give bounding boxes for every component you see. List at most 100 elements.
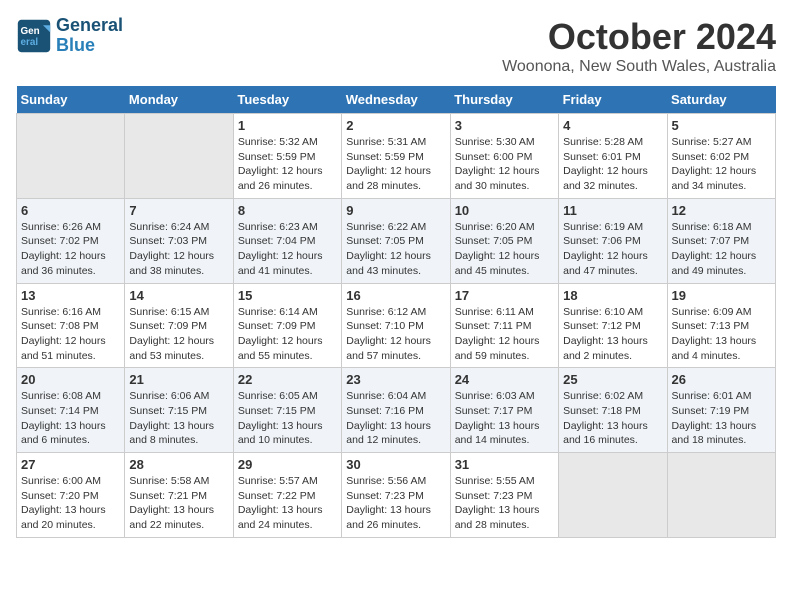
day-number: 22 — [238, 372, 337, 387]
day-number: 7 — [129, 203, 228, 218]
cell-info: Sunrise: 5:57 AMSunset: 7:22 PMDaylight:… — [238, 474, 337, 533]
cell-info: Sunrise: 6:16 AMSunset: 7:08 PMDaylight:… — [21, 305, 120, 364]
cell-info: Sunrise: 6:00 AMSunset: 7:20 PMDaylight:… — [21, 474, 120, 533]
day-number: 25 — [563, 372, 662, 387]
cell-info: Sunrise: 6:01 AMSunset: 7:19 PMDaylight:… — [672, 389, 771, 448]
day-number: 14 — [129, 288, 228, 303]
cell-info: Sunrise: 6:18 AMSunset: 7:07 PMDaylight:… — [672, 220, 771, 279]
calendar-cell: 25Sunrise: 6:02 AMSunset: 7:18 PMDayligh… — [559, 368, 667, 453]
calendar-cell: 19 Sunrise: 6:09 AMSunset: 7:13 PMDayligh… — [667, 283, 775, 368]
svg-text:eral: eral — [21, 37, 39, 48]
cell-info: Sunrise: 6:09 AMSunset: 7:13 PMDaylight:… — [672, 305, 771, 364]
cell-info: Sunrise: 6:12 AMSunset: 7:10 PMDaylight:… — [346, 305, 445, 364]
week-row-4: 20Sunrise: 6:08 AMSunset: 7:14 PMDayligh… — [17, 368, 776, 453]
calendar-cell: 14 Sunrise: 6:15 AMSunset: 7:09 PMDayligh… — [125, 283, 233, 368]
calendar-cell: 9Sunrise: 6:22 AMSunset: 7:05 PMDaylight… — [342, 198, 450, 283]
cell-info: Sunrise: 6:20 AMSunset: 7:05 PMDaylight:… — [455, 220, 554, 279]
weekday-wednesday: Wednesday — [342, 86, 450, 114]
page-header: Gen eral GeneralBlue October 2024 Woonon… — [16, 16, 776, 76]
day-number: 26 — [672, 372, 771, 387]
calendar-cell: 4Sunrise: 5:28 AMSunset: 6:01 PMDaylight… — [559, 114, 667, 199]
calendar-cell: 17 Sunrise: 6:11 AMSunset: 7:11 PMDayligh… — [450, 283, 558, 368]
calendar-cell: 15 Sunrise: 6:14 AMSunset: 7:09 PMDayligh… — [233, 283, 341, 368]
location-title: Woonona, New South Wales, Australia — [502, 58, 776, 76]
day-number: 6 — [21, 203, 120, 218]
logo-text: GeneralBlue — [56, 16, 123, 56]
day-number: 17 — [455, 288, 554, 303]
cell-info: Sunrise: 6:04 AMSunset: 7:16 PMDaylight:… — [346, 389, 445, 448]
weekday-sunday: Sunday — [17, 86, 125, 114]
calendar-cell: 23Sunrise: 6:04 AMSunset: 7:16 PMDayligh… — [342, 368, 450, 453]
cell-info: Sunrise: 5:27 AMSunset: 6:02 PMDaylight:… — [672, 135, 771, 194]
calendar-cell: 31 Sunrise: 5:55 AMSunset: 7:23 PMDayligh… — [450, 453, 558, 538]
day-number: 27 — [21, 457, 120, 472]
day-number: 2 — [346, 118, 445, 133]
calendar-body: 1Sunrise: 5:32 AMSunset: 5:59 PMDaylight… — [17, 114, 776, 538]
cell-info: Sunrise: 6:03 AMSunset: 7:17 PMDaylight:… — [455, 389, 554, 448]
week-row-1: 1Sunrise: 5:32 AMSunset: 5:59 PMDaylight… — [17, 114, 776, 199]
calendar-cell: 18 Sunrise: 6:10 AMSunset: 7:12 PMDayligh… — [559, 283, 667, 368]
calendar-cell: 28Sunrise: 5:58 AMSunset: 7:21 PMDayligh… — [125, 453, 233, 538]
day-number: 30 — [346, 457, 445, 472]
calendar-cell: 10Sunrise: 6:20 AMSunset: 7:05 PMDayligh… — [450, 198, 558, 283]
calendar-cell: 29 Sunrise: 5:57 AMSunset: 7:22 PMDayligh… — [233, 453, 341, 538]
calendar-cell: 24 Sunrise: 6:03 AMSunset: 7:17 PMDayligh… — [450, 368, 558, 453]
calendar-cell: 16 Sunrise: 6:12 AMSunset: 7:10 PMDayligh… — [342, 283, 450, 368]
day-number: 3 — [455, 118, 554, 133]
calendar-cell: 27 Sunrise: 6:00 AMSunset: 7:20 PMDayligh… — [17, 453, 125, 538]
calendar-cell: 6 Sunrise: 6:26 AMSunset: 7:02 PMDaylight… — [17, 198, 125, 283]
cell-info: Sunrise: 6:23 AMSunset: 7:04 PMDaylight:… — [238, 220, 337, 279]
calendar-cell: 20Sunrise: 6:08 AMSunset: 7:14 PMDayligh… — [17, 368, 125, 453]
cell-info: Sunrise: 5:31 AMSunset: 5:59 PMDaylight:… — [346, 135, 445, 194]
day-number: 16 — [346, 288, 445, 303]
calendar-cell: 22 Sunrise: 6:05 AMSunset: 7:15 PMDayligh… — [233, 368, 341, 453]
day-number: 31 — [455, 457, 554, 472]
cell-info: Sunrise: 5:55 AMSunset: 7:23 PMDaylight:… — [455, 474, 554, 533]
day-number: 21 — [129, 372, 228, 387]
cell-info: Sunrise: 6:15 AMSunset: 7:09 PMDaylight:… — [129, 305, 228, 364]
calendar-cell: 11Sunrise: 6:19 AMSunset: 7:06 PMDayligh… — [559, 198, 667, 283]
day-number: 9 — [346, 203, 445, 218]
cell-info: Sunrise: 5:58 AMSunset: 7:21 PMDaylight:… — [129, 474, 228, 533]
svg-text:Gen: Gen — [21, 26, 40, 37]
calendar-cell: 8 Sunrise: 6:23 AMSunset: 7:04 PMDaylight… — [233, 198, 341, 283]
calendar-cell — [17, 114, 125, 199]
calendar-table: SundayMondayTuesdayWednesdayThursdayFrid… — [16, 86, 776, 538]
cell-info: Sunrise: 6:26 AMSunset: 7:02 PMDaylight:… — [21, 220, 120, 279]
calendar-cell — [125, 114, 233, 199]
logo-icon: Gen eral — [16, 18, 52, 54]
weekday-tuesday: Tuesday — [233, 86, 341, 114]
calendar-cell — [667, 453, 775, 538]
calendar-cell: 5Sunrise: 5:27 AMSunset: 6:02 PMDaylight… — [667, 114, 775, 199]
week-row-5: 27 Sunrise: 6:00 AMSunset: 7:20 PMDayligh… — [17, 453, 776, 538]
cell-info: Sunrise: 6:19 AMSunset: 7:06 PMDaylight:… — [563, 220, 662, 279]
calendar-cell: 30Sunrise: 5:56 AMSunset: 7:23 PMDayligh… — [342, 453, 450, 538]
calendar-cell: 2 Sunrise: 5:31 AMSunset: 5:59 PMDaylight… — [342, 114, 450, 199]
cell-info: Sunrise: 6:08 AMSunset: 7:14 PMDaylight:… — [21, 389, 120, 448]
day-number: 1 — [238, 118, 337, 133]
day-number: 15 — [238, 288, 337, 303]
day-number: 4 — [563, 118, 662, 133]
cell-info: Sunrise: 6:05 AMSunset: 7:15 PMDaylight:… — [238, 389, 337, 448]
cell-info: Sunrise: 6:10 AMSunset: 7:12 PMDaylight:… — [563, 305, 662, 364]
calendar-cell: 1Sunrise: 5:32 AMSunset: 5:59 PMDaylight… — [233, 114, 341, 199]
day-number: 29 — [238, 457, 337, 472]
weekday-monday: Monday — [125, 86, 233, 114]
cell-info: Sunrise: 6:11 AMSunset: 7:11 PMDaylight:… — [455, 305, 554, 364]
day-number: 8 — [238, 203, 337, 218]
weekday-thursday: Thursday — [450, 86, 558, 114]
calendar-cell — [559, 453, 667, 538]
day-number: 19 — [672, 288, 771, 303]
cell-info: Sunrise: 6:14 AMSunset: 7:09 PMDaylight:… — [238, 305, 337, 364]
title-block: October 2024 Woonona, New South Wales, A… — [502, 16, 776, 76]
cell-info: Sunrise: 6:06 AMSunset: 7:15 PMDaylight:… — [129, 389, 228, 448]
day-number: 24 — [455, 372, 554, 387]
day-number: 18 — [563, 288, 662, 303]
calendar-cell: 12 Sunrise: 6:18 AMSunset: 7:07 PMDayligh… — [667, 198, 775, 283]
day-number: 12 — [672, 203, 771, 218]
calendar-cell: 7Sunrise: 6:24 AMSunset: 7:03 PMDaylight… — [125, 198, 233, 283]
weekday-friday: Friday — [559, 86, 667, 114]
calendar-cell: 26 Sunrise: 6:01 AMSunset: 7:19 PMDayligh… — [667, 368, 775, 453]
calendar-cell: 3Sunrise: 5:30 AMSunset: 6:00 PMDaylight… — [450, 114, 558, 199]
weekday-saturday: Saturday — [667, 86, 775, 114]
